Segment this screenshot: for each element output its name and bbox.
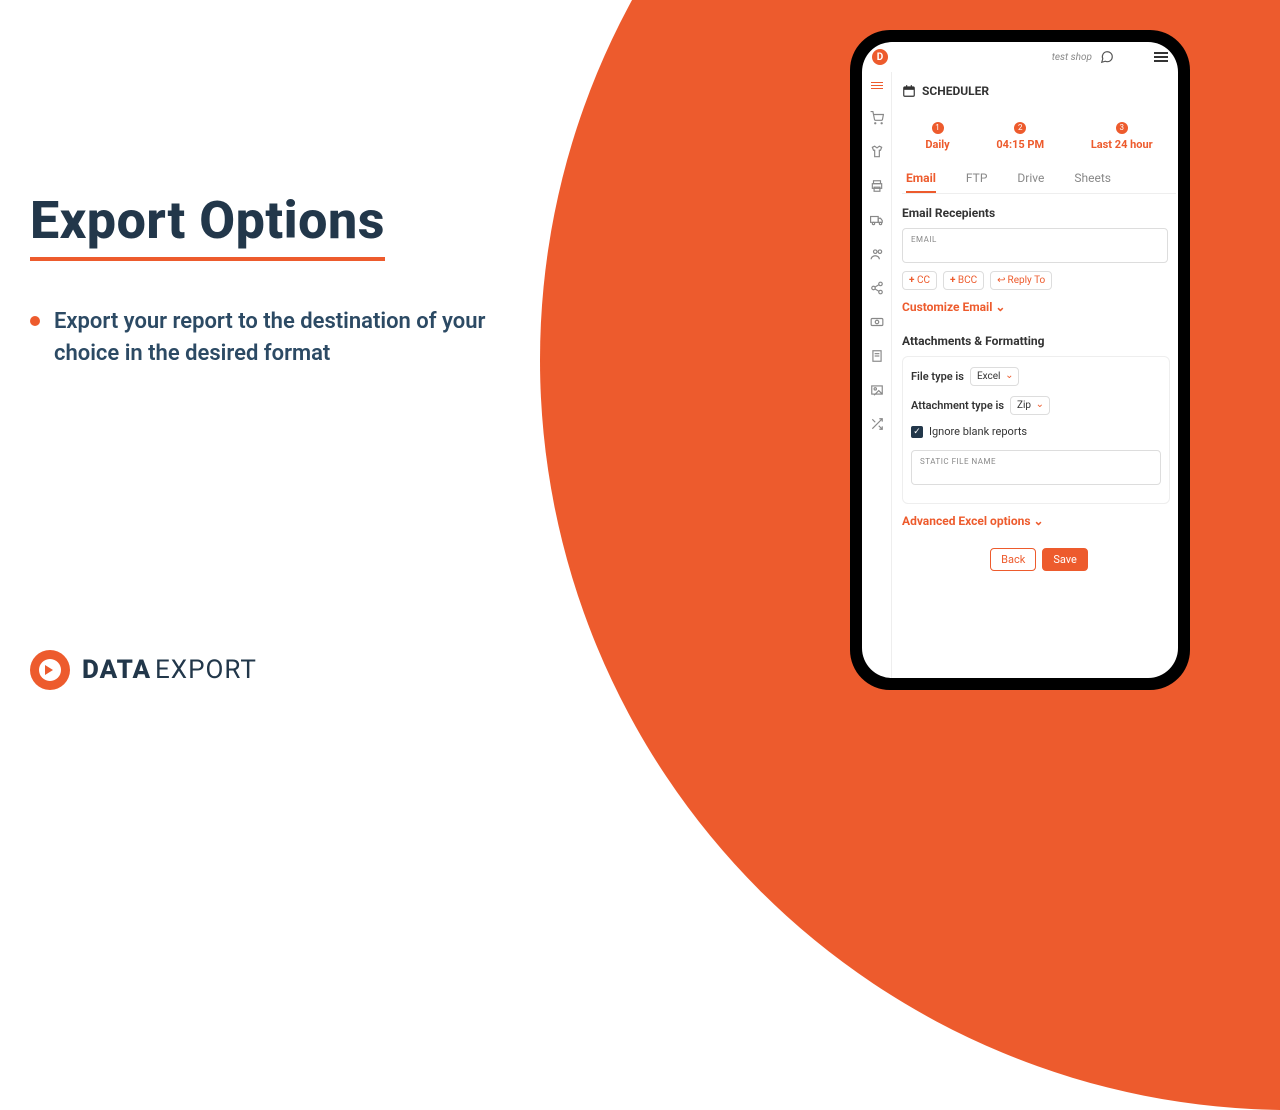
bullet-text: Export your report to the destination of… <box>54 306 510 370</box>
email-input[interactable] <box>911 244 1159 258</box>
money-icon[interactable] <box>870 315 884 329</box>
tab-drive[interactable]: Drive <box>1017 165 1044 193</box>
attachments-heading: Attachments & Formatting <box>902 334 1176 348</box>
logo-mark-icon <box>30 650 70 690</box>
email-field[interactable]: EMAIL <box>902 228 1168 263</box>
tab-ftp[interactable]: FTP <box>966 165 987 193</box>
ignore-blank-label: Ignore blank reports <box>929 425 1027 438</box>
file-type-dropdown[interactable]: Excel <box>970 367 1020 386</box>
chat-icon[interactable] <box>1100 50 1114 64</box>
truck-icon[interactable] <box>870 213 884 227</box>
tab-email[interactable]: Email <box>906 165 936 193</box>
advanced-excel-toggle[interactable]: Advanced Excel options <box>902 514 1044 528</box>
static-filename-input[interactable] <box>920 466 1152 480</box>
bcc-button[interactable]: + BCC <box>943 271 984 290</box>
recipients-heading: Email Recepients <box>902 206 1176 220</box>
save-button[interactable]: Save <box>1042 548 1088 571</box>
page-title: Export Options <box>30 190 385 261</box>
printer-icon[interactable] <box>870 179 884 193</box>
section-title: SCHEDULER <box>922 84 989 98</box>
calendar-icon <box>902 84 916 98</box>
logo-word-1: DATA <box>82 655 151 685</box>
bullet-icon <box>30 316 40 326</box>
cart-icon[interactable] <box>870 111 884 125</box>
reply-to-button[interactable]: Reply To <box>990 271 1052 290</box>
hamburger-icon[interactable] <box>1154 50 1168 64</box>
footer-logo: DATA EXPORT <box>30 650 257 690</box>
users-icon[interactable] <box>870 247 884 261</box>
attachment-type-dropdown[interactable]: Zip <box>1010 396 1050 415</box>
file-type-label: File type is <box>911 370 964 383</box>
customize-email-toggle[interactable]: Customize Email <box>902 300 1005 314</box>
side-rail <box>862 72 892 678</box>
doc-icon[interactable] <box>870 349 884 363</box>
shop-label: test shop <box>1052 52 1092 63</box>
ignore-blank-checkbox[interactable]: ✓ <box>911 426 923 438</box>
attachment-type-label: Attachment type is <box>911 399 1004 412</box>
step-time[interactable]: 2 04:15 PM <box>996 120 1044 151</box>
share-icon[interactable] <box>870 281 884 295</box>
shirt-icon[interactable] <box>870 145 884 159</box>
app-logo-icon: D <box>872 49 888 65</box>
image-icon[interactable] <box>870 383 884 397</box>
step-range[interactable]: 3 Last 24 hour <box>1091 120 1153 151</box>
logo-word-2: EXPORT <box>155 655 257 685</box>
device-frame: D test shop <box>850 30 1190 690</box>
tab-sheets[interactable]: Sheets <box>1074 165 1111 193</box>
back-button[interactable]: Back <box>990 548 1036 571</box>
static-filename-field[interactable]: STATIC FILE NAME <box>911 450 1161 485</box>
rail-menu-icon[interactable] <box>871 80 883 91</box>
step-daily[interactable]: 1 Daily <box>925 120 949 151</box>
shuffle-icon[interactable] <box>870 417 884 431</box>
cc-button[interactable]: + CC <box>902 271 937 290</box>
